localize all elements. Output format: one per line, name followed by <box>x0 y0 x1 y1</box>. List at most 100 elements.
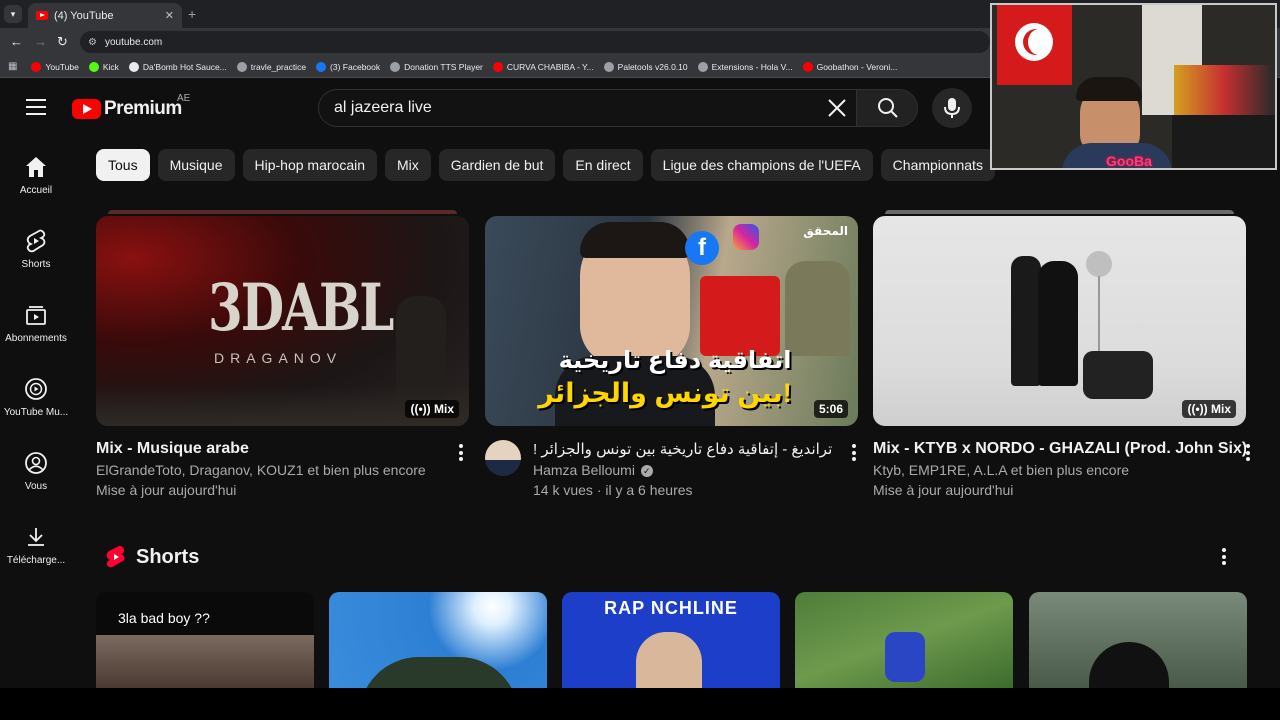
short-hill <box>359 657 519 688</box>
bookmark-favicon-icon <box>128 61 139 72</box>
channel-avatar[interactable] <box>485 440 521 476</box>
bookmark-label: Goobathon - Veroni... <box>816 61 898 72</box>
thumbnail-subtitle-art: DRAGANOV <box>214 350 343 366</box>
logo-text: Premium <box>104 98 182 119</box>
download-icon <box>28 528 44 546</box>
sidebar-item-youtube-music[interactable]: YouTube Mu... <box>0 359 72 429</box>
sidebar-item-label: Accueil <box>19 185 53 196</box>
site-info-icon[interactable]: ⚙ <box>88 37 97 48</box>
bookmark-label: Extensions - Hola V... <box>711 61 793 72</box>
shorts-more-icon[interactable] <box>1222 548 1226 568</box>
new-tab-button[interactable]: + <box>188 6 196 22</box>
sidebar-item-subscriptions[interactable]: Abonnements <box>0 285 72 355</box>
apps-grid-icon[interactable]: ▦ <box>8 61 17 72</box>
video-card[interactable]: 3DABL DRAGANOV ((•)) Mix Mix - Musique a… <box>96 210 469 498</box>
bookmark-item[interactable]: YouTube <box>31 61 79 72</box>
bookmark-label: travle_practice <box>250 61 307 72</box>
search-button[interactable] <box>856 89 918 127</box>
short-card[interactable]: RAP NCHLINE <box>562 592 780 688</box>
bookmark-item[interactable]: Paletools v26.0.10 <box>603 61 688 72</box>
sidebar-item-home[interactable]: Accueil <box>0 137 72 207</box>
chip-champions-league[interactable]: Ligue des champions de l'UEFA <box>650 149 873 181</box>
short-card[interactable] <box>329 592 547 688</box>
shorts-logo-icon <box>106 546 125 568</box>
tab-search-button[interactable]: ▾ <box>4 5 22 23</box>
bookmark-item[interactable]: (3) Facebook <box>316 61 381 72</box>
video-title[interactable]: Mix - Musique arabe <box>96 440 469 458</box>
streamer-hair <box>1076 77 1142 101</box>
thumbnail-lamp <box>1086 251 1112 277</box>
bookmark-label: Paletools v26.0.10 <box>617 61 688 72</box>
sidebar-item-shorts[interactable]: Shorts <box>0 211 72 281</box>
bookmark-item[interactable]: Extensions - Hola V... <box>697 61 793 72</box>
bookmark-item[interactable]: Da'Bomb Hot Sauce... <box>128 61 227 72</box>
sidebar-item-label: Shorts <box>21 259 51 270</box>
video-thumbnail[interactable]: 3DABL DRAGANOV ((•)) Mix <box>96 216 469 426</box>
address-bar[interactable]: ⚙ youtube.com <box>80 31 990 53</box>
short-card[interactable]: 3la bad boy ?? <box>96 592 314 688</box>
sidebar-item-downloads[interactable]: Télécharge... <box>0 507 72 577</box>
voice-search-button[interactable] <box>932 88 972 128</box>
shorts-title: Shorts <box>136 545 200 568</box>
menu-icon[interactable] <box>26 99 46 115</box>
chip-goalkeeper[interactable]: Gardien de but <box>438 149 556 181</box>
bookmark-item[interactable]: travle_practice <box>236 61 307 72</box>
more-actions-icon[interactable] <box>852 444 856 464</box>
bookmark-item[interactable]: Goobathon - Veroni... <box>802 61 898 72</box>
video-stats: 14 k vues · il y a 6 heures <box>533 482 693 498</box>
video-channels[interactable]: Ktyb, EMP1RE, A.L.A et bien plus encore <box>873 462 1246 478</box>
shorts-icon <box>26 229 46 253</box>
chip-all[interactable]: Tous <box>96 149 150 181</box>
youtube-favicon-icon <box>36 11 48 20</box>
more-actions-icon[interactable] <box>1246 444 1250 464</box>
clear-search-icon[interactable] <box>826 97 848 119</box>
subscriptions-icon <box>26 306 46 325</box>
youtube-music-icon <box>25 378 47 400</box>
video-thumbnail[interactable]: ((•)) Mix <box>873 216 1246 426</box>
video-card[interactable]: f المحقق اتفاقية دفاع تاريخية بين تونس و… <box>485 216 858 498</box>
bookmark-label: (3) Facebook <box>330 61 381 72</box>
search-icon <box>878 98 898 118</box>
video-card[interactable]: ((•)) Mix Mix - KTYB x NORDO - GHAZALI (… <box>873 210 1250 498</box>
bookmark-label: CURVA CHABIBA - Y... <box>506 61 594 72</box>
video-channels[interactable]: ElGrandeToto, Draganov, KOUZ1 et bien pl… <box>96 462 469 478</box>
short-card[interactable] <box>795 592 1013 688</box>
chip-moroccan-hiphop[interactable]: Hip-hop marocain <box>242 149 377 181</box>
youtube-premium-logo[interactable]: Premium <box>72 98 182 120</box>
video-title[interactable]: ! ترانديغ - إتفاقية دفاع تاريخية بين تون… <box>533 440 858 458</box>
bookmark-item[interactable]: Donation TTS Player <box>390 61 483 72</box>
more-actions-icon[interactable] <box>459 444 463 464</box>
chip-live[interactable]: En direct <box>563 149 643 181</box>
webcam-desk <box>1172 115 1275 168</box>
reload-icon[interactable]: ↻ <box>57 34 68 50</box>
channel-name[interactable]: Hamza Belloumi <box>533 462 635 478</box>
browser-tab[interactable]: (4) YouTube ✕ <box>28 3 182 28</box>
tunisia-flag <box>997 5 1072 85</box>
bookmark-item[interactable]: Kick <box>88 61 119 72</box>
bookmark-favicon-icon <box>390 61 401 72</box>
verified-check-icon: ✓ <box>640 465 653 478</box>
video-updated: Mise à jour aujourd'hui <box>96 482 237 498</box>
bookmark-favicon-icon <box>603 61 614 72</box>
sidebar-item-label: Abonnements <box>5 333 67 344</box>
forward-arrow-icon[interactable]: → <box>34 34 47 49</box>
short-card[interactable] <box>1029 592 1247 688</box>
home-icon <box>26 157 46 177</box>
bookmark-label: Donation TTS Player <box>404 61 483 72</box>
thumbnail-headline-bottom: بين تونس والجزائر! <box>538 378 792 408</box>
chip-mix[interactable]: Mix <box>385 149 431 181</box>
chip-championships[interactable]: Championnats <box>880 149 995 181</box>
bookmark-item[interactable]: CURVA CHABIBA - Y... <box>492 61 594 72</box>
bookmark-favicon-icon <box>316 61 327 72</box>
video-title[interactable]: Mix - KTYB x NORDO - GHAZALI (Prod. John… <box>873 440 1246 458</box>
short-player <box>885 632 925 682</box>
sidebar-item-you[interactable]: Vous <box>0 433 72 503</box>
instagram-logo-icon <box>733 224 759 250</box>
tab-title: (4) YouTube <box>54 9 114 22</box>
tab-close-icon[interactable]: ✕ <box>165 9 174 22</box>
chip-music[interactable]: Musique <box>157 149 235 181</box>
back-arrow-icon[interactable]: ← <box>10 34 23 49</box>
bookmark-favicon-icon <box>88 61 99 72</box>
search-input[interactable]: al jazeera live <box>318 89 856 127</box>
video-thumbnail[interactable]: f المحقق اتفاقية دفاع تاريخية بين تونس و… <box>485 216 858 426</box>
